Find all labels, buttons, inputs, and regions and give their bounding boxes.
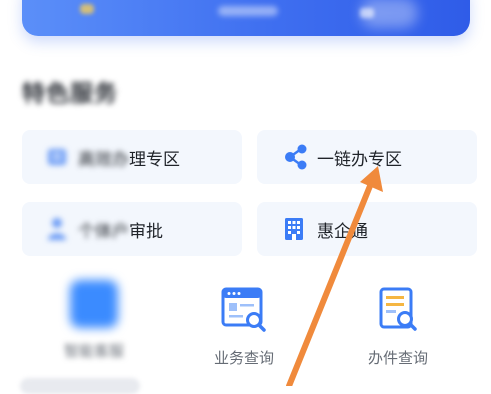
service-card-approval[interactable]: 个体户审批 [22,202,242,256]
service-card-label: 一链办专区 [317,149,402,170]
browser-search-icon [221,287,266,332]
service-card-label: 个体户审批 [78,217,163,242]
building-blurred-icon [48,149,66,165]
banner-decoration [80,4,94,14]
blurred-label-part: 高效办 [78,149,129,170]
service-card-label: 高效办理专区 [78,145,180,170]
quick-entry-business-query[interactable]: 业务查询 [189,285,299,368]
service-card-special-zone[interactable]: 高效办理专区 [22,130,242,184]
visible-label-part: 理专区 [129,149,180,170]
section-title: 特色服务 [22,81,118,107]
quick-entry-label: 智能客服 [63,342,124,360]
quick-entry-case-query[interactable]: 办件查询 [343,285,453,368]
person-blurred-icon [48,218,66,240]
service-card-label: 惠企通 [317,221,368,242]
quick-entry-smart-service[interactable]: 智能客服 [39,280,149,361]
document-search-icon [379,287,417,331]
office-building-icon [285,218,303,240]
banner-decoration [218,6,278,16]
bottom-blurred-bar [20,378,140,394]
service-card-one-chain[interactable]: 一链办专区 [257,130,477,184]
quick-entry-label: 业务查询 [213,349,274,367]
quick-entry-label: 办件查询 [367,349,428,367]
top-banner[interactable] [22,0,470,36]
service-card-hui-qi-tong[interactable]: 惠企通 [257,202,477,256]
visible-label-part: 审批 [129,221,163,242]
blurred-app-icon [70,280,118,328]
blurred-label-part: 个体户 [78,221,129,242]
share-nodes-icon [285,144,307,170]
banner-decoration [360,8,374,18]
